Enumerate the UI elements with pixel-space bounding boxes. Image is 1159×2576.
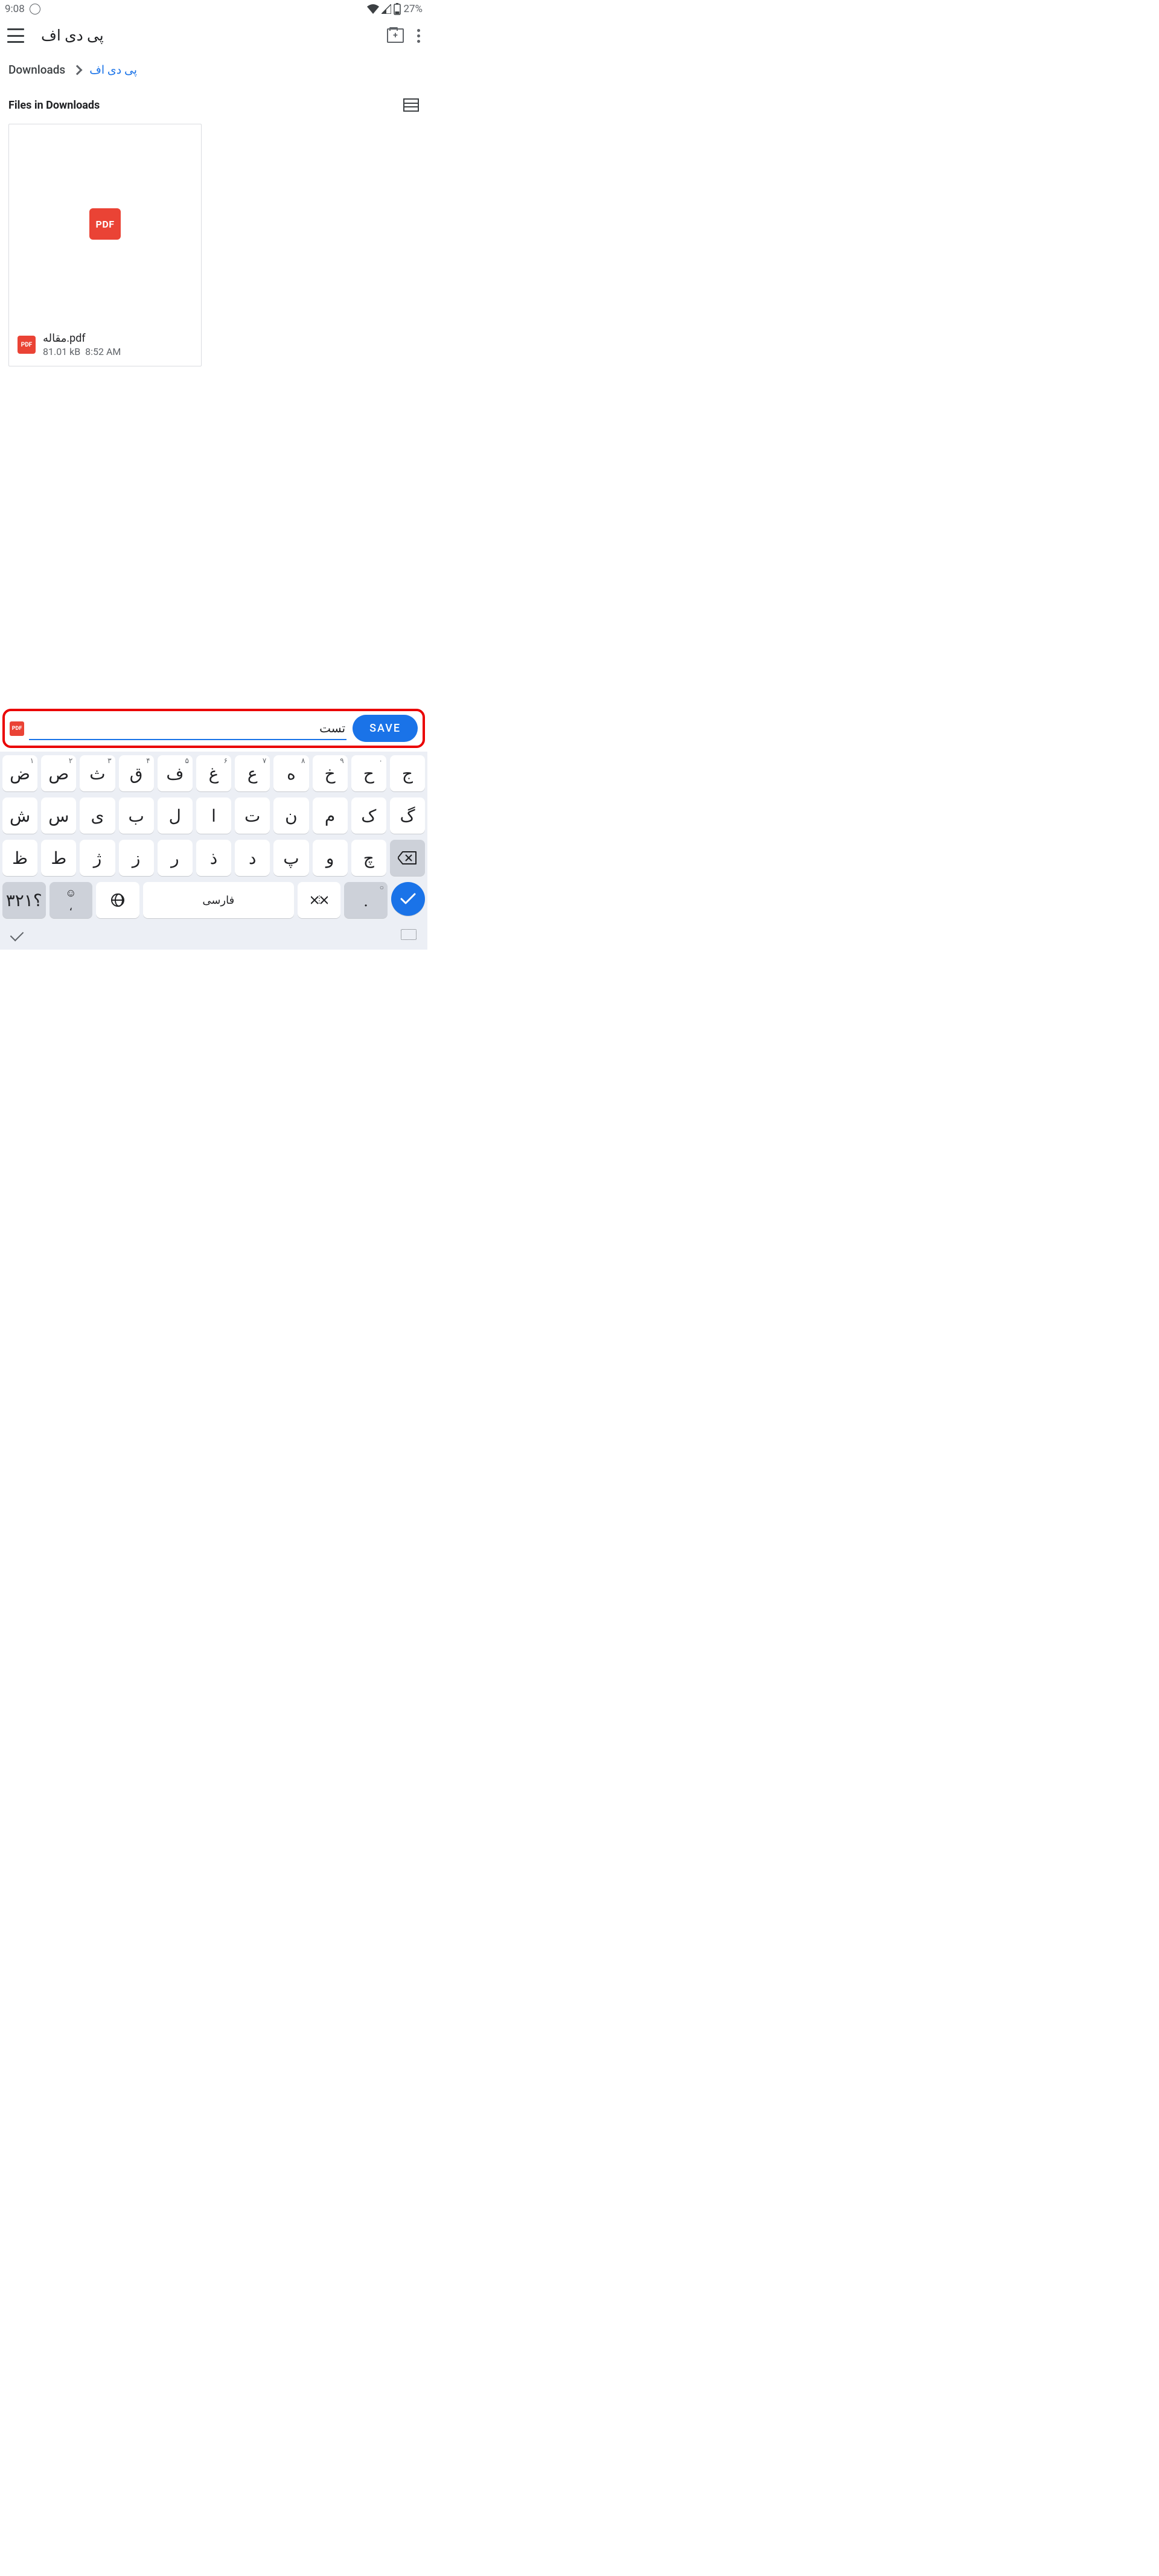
key-ل[interactable]: ل [158,797,193,834]
keyboard-hide-icon[interactable] [401,929,417,940]
breadcrumb-root[interactable]: Downloads [8,63,65,77]
menu-icon[interactable] [7,28,24,43]
signal-icon [382,4,391,14]
wifi-icon [367,4,379,14]
key-ج[interactable]: ج [390,755,425,791]
globe-icon [111,893,124,907]
key-backspace[interactable] [390,840,425,876]
key-emoji[interactable]: ☺، [49,882,93,918]
filetype-pdf-icon: PDF [10,721,24,736]
key-ت[interactable]: ت [235,797,270,834]
key-ز[interactable]: ز [119,840,154,876]
key-خ[interactable]: ۹خ [313,755,348,791]
key-cursor[interactable] [298,882,341,918]
key-گ[interactable]: گ [390,797,425,834]
list-view-icon[interactable] [403,98,419,112]
key-enter[interactable] [391,882,425,916]
key-پ[interactable]: پ [273,840,308,876]
battery-icon [394,3,401,15]
key-ض[interactable]: ۱ض [2,755,37,791]
key-ه[interactable]: ۸ه [273,755,308,791]
battery-percent: 27% [403,3,423,15]
key-چ[interactable]: چ [351,840,386,876]
file-detail: 81.01 kB 8:52 AM [43,346,121,357]
key-ظ[interactable]: ظ [2,840,37,876]
status-time: 9:08 [5,3,25,15]
key-غ[interactable]: ۶غ [196,755,231,791]
app-bar: پی دی اف [0,18,427,53]
file-name: مقاله.pdf [43,332,121,345]
key-ژ[interactable]: ژ [80,840,115,876]
key-ف[interactable]: ۵ف [158,755,193,791]
keyboard: ۱ض۲ص۳ث۴ق۵ف۶غ۷ع۸ه۹خ۰حج شسیبلاتنمکگ ظطژزرذ… [0,752,427,950]
status-bar: 9:08 27% [0,0,427,18]
key-ص[interactable]: ۲ص [41,755,76,791]
key-م[interactable]: م [313,797,348,834]
breadcrumb-current[interactable]: پی دی اف [89,63,137,77]
key-globe[interactable] [96,882,139,918]
pdf-icon: PDF [18,336,36,354]
key-و[interactable]: و [313,840,348,876]
more-icon[interactable] [417,29,420,43]
app-title: پی دی اف [41,27,104,45]
file-preview: PDF [9,124,201,324]
key-ذ[interactable]: ذ [196,840,231,876]
key-ی[interactable]: ی [80,797,115,834]
filename-input[interactable] [29,717,346,740]
key-space[interactable]: فارسی [143,882,294,918]
key-س[interactable]: س [41,797,76,834]
key-د[interactable]: د [235,840,270,876]
key-ک[interactable]: ک [351,797,386,834]
file-card[interactable]: PDF PDF مقاله.pdf 81.01 kB 8:52 AM [8,124,202,366]
key-symbols[interactable]: ؟۳۲۱ [2,882,46,918]
threads-icon [30,4,40,14]
key-ا[interactable]: ا [196,797,231,834]
section-header: Files in Downloads [0,89,427,118]
key-ط[interactable]: ط [41,840,76,876]
key-period[interactable]: ○. [344,882,388,918]
files-grid: PDF PDF مقاله.pdf 81.01 kB 8:52 AM [0,118,427,706]
section-title: Files in Downloads [8,99,100,112]
breadcrumb: Downloads پی دی اف [0,53,427,89]
key-ن[interactable]: ن [273,797,308,834]
key-ث[interactable]: ۳ث [80,755,115,791]
key-ق[interactable]: ۴ق [119,755,154,791]
pdf-icon: PDF [89,208,121,240]
key-ر[interactable]: ر [158,840,193,876]
save-row: PDF SAVE [2,709,425,748]
new-folder-icon[interactable] [387,28,404,43]
key-ح[interactable]: ۰ح [351,755,386,791]
chevron-right-icon [72,65,83,75]
save-button[interactable]: SAVE [353,715,418,742]
key-ش[interactable]: ش [2,797,37,834]
keyboard-collapse-icon[interactable] [10,928,24,942]
key-ب[interactable]: ب [119,797,154,834]
key-ع[interactable]: ۷ع [235,755,270,791]
